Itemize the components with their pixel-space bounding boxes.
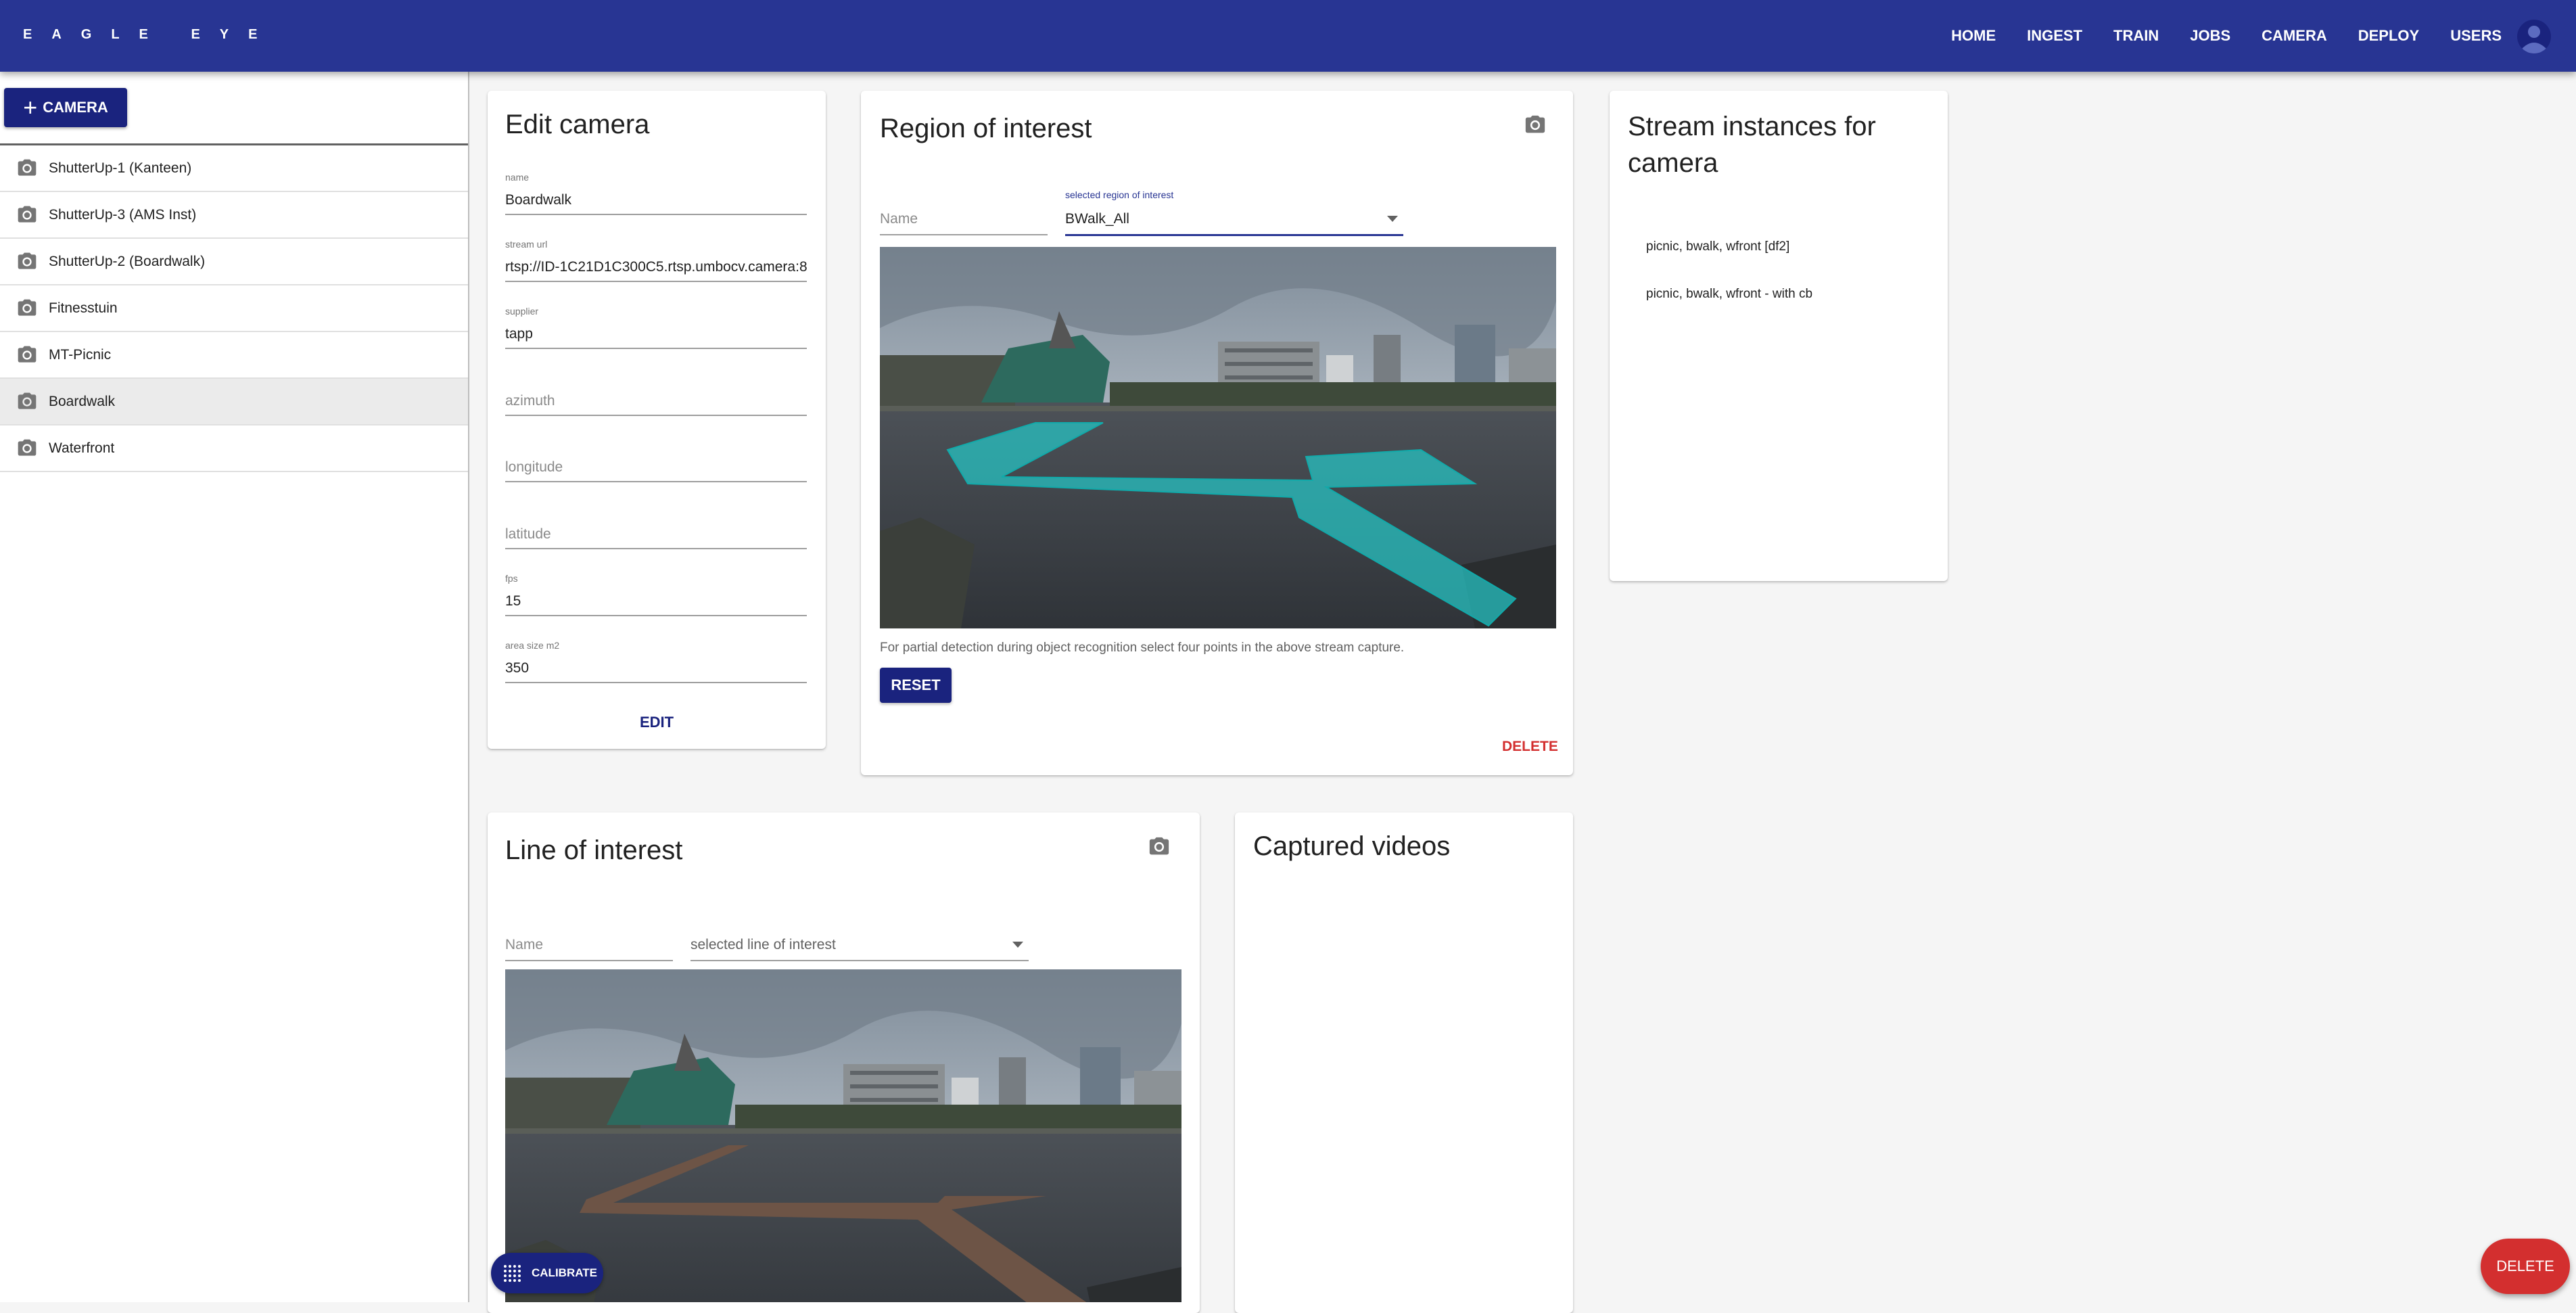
nav-train[interactable]: TRAIN [2113, 27, 2159, 45]
fps-label: fps [505, 573, 518, 584]
stream-url-value: rtsp://ID-1C21D1C300C5.rtsp.umbocv.camer… [505, 259, 807, 275]
calibrate-button[interactable]: CALIBRATE [491, 1253, 603, 1293]
nav-camera[interactable]: CAMERA [2262, 27, 2327, 45]
edit-camera-title: Edit camera [505, 110, 650, 139]
camera-icon [16, 391, 38, 413]
camera-icon [16, 158, 38, 179]
longitude-placeholder: longitude [505, 459, 563, 475]
nav-users[interactable]: USERS [2450, 27, 2502, 45]
add-camera-button[interactable]: + CAMERA [4, 88, 127, 127]
roi-delete-button[interactable]: DELETE [1502, 739, 1558, 755]
delete-camera-fab[interactable]: DELETE [2481, 1239, 2570, 1294]
loi-name-input[interactable]: Name [505, 937, 673, 964]
roi-select[interactable]: selected region of interest BWalk_All [1065, 189, 1403, 238]
camera-snapshot-icon[interactable] [1524, 114, 1547, 137]
loi-name-placeholder: Name [505, 937, 544, 952]
stream-instances-card: Stream instances for camera picnic, bwal… [1610, 91, 1948, 581]
latitude-placeholder: latitude [505, 526, 551, 542]
camera-list: ShutterUp-1 (Kanteen) ShutterUp-3 (AMS I… [0, 145, 468, 472]
camera-list-item[interactable]: MT-Picnic [0, 332, 468, 379]
stream-instance-item[interactable]: picnic, bwalk, wfront - with cb [1646, 287, 1812, 302]
name-label: name [505, 172, 530, 183]
reset-button[interactable]: RESET [880, 668, 952, 703]
grid-icon [504, 1265, 521, 1282]
loi-select[interactable]: selected line of interest [690, 937, 1029, 964]
area-size-value: 350 [505, 660, 530, 676]
nav-ingest[interactable]: INGEST [2027, 27, 2082, 45]
roi-select-value: BWalk_All [1065, 211, 1129, 227]
region-of-interest-card: Region of interest Name selected region … [861, 91, 1573, 775]
camera-icon [16, 251, 38, 273]
field-underline [505, 415, 807, 416]
supplier-value: tapp [505, 326, 533, 342]
camera-list-item-label: MT-Picnic [49, 346, 112, 363]
field-underline [505, 481, 807, 482]
field-underline [880, 234, 1048, 235]
camera-list-item-label: Fitnesstuin [49, 300, 118, 316]
fps-value: 15 [505, 593, 521, 609]
camera-icon [16, 344, 38, 366]
stream-instances-title: Stream instances for camera [1628, 112, 1876, 178]
edit-camera-card: Edit camera name Boardwalk stream url rt… [488, 91, 826, 749]
captured-videos-card: Captured videos [1235, 812, 1573, 1313]
captured-videos-title: Captured videos [1253, 831, 1451, 861]
field-underline [505, 682, 807, 683]
field-underline [505, 960, 673, 961]
camera-icon [16, 204, 38, 226]
camera-list-item-selected[interactable]: Boardwalk [0, 379, 468, 425]
loi-title: Line of interest [505, 835, 683, 865]
camera-list-item-label: ShutterUp-2 (Boardwalk) [49, 253, 206, 269]
field-underline [505, 548, 807, 549]
camera-list-item-label: ShutterUp-1 (Kanteen) [49, 160, 192, 176]
roi-help-text: For partial detection during object reco… [880, 641, 1405, 655]
camera-list-item-label: Waterfront [49, 440, 115, 456]
dropdown-arrow-icon [1012, 942, 1023, 948]
roi-title: Region of interest [880, 114, 1092, 143]
loi-stream-capture[interactable] [505, 969, 1181, 1302]
edit-button[interactable]: EDIT [640, 714, 674, 731]
nav-jobs[interactable]: JOBS [2190, 27, 2230, 45]
camera-list-item-label: ShutterUp-3 (AMS Inst) [49, 206, 197, 223]
supplier-label: supplier [505, 306, 539, 317]
nav-deploy[interactable]: DEPLOY [2358, 27, 2419, 45]
brand-logo[interactable]: EAGLE EYE [23, 27, 277, 43]
camera-list-item[interactable]: ShutterUp-1 (Kanteen) [0, 145, 468, 192]
field-underline [690, 960, 1029, 961]
roi-name-input[interactable]: Name [880, 211, 1048, 238]
field-underline [505, 615, 807, 616]
field-underline [1065, 234, 1403, 236]
camera-icon [16, 298, 38, 319]
line-of-interest-card: Line of interest Name selected line of i… [488, 812, 1200, 1313]
loi-select-placeholder: selected line of interest [690, 937, 836, 952]
account-circle-icon[interactable] [2517, 20, 2551, 53]
name-value: Boardwalk [505, 192, 572, 208]
camera-icon [16, 438, 38, 459]
camera-list-item[interactable]: ShutterUp-3 (AMS Inst) [0, 192, 468, 239]
camera-snapshot-icon[interactable] [1148, 835, 1171, 858]
add-camera-label: CAMERA [43, 99, 108, 116]
calibrate-label: CALIBRATE [532, 1266, 597, 1279]
roi-stream-capture[interactable] [880, 247, 1556, 628]
area-size-label: area size m2 [505, 640, 560, 651]
dropdown-arrow-icon [1387, 216, 1398, 222]
plus-icon: + [23, 93, 38, 121]
camera-sidebar: + CAMERA ShutterUp-1 (Kanteen) ShutterUp… [0, 72, 469, 1302]
camera-list-item[interactable]: Fitnesstuin [0, 285, 468, 332]
stream-instance-item[interactable]: picnic, bwalk, wfront [df2] [1646, 239, 1789, 254]
main-nav: HOME INGEST TRAIN JOBS CAMERA DEPLOY USE… [1920, 0, 2502, 72]
stream-url-label: stream url [505, 239, 548, 250]
azimuth-placeholder: azimuth [505, 393, 555, 409]
field-underline [505, 214, 807, 215]
roi-select-label: selected region of interest [1065, 189, 1174, 200]
field-underline [505, 348, 807, 349]
app-bar: EAGLE EYE HOME INGEST TRAIN JOBS CAMERA … [0, 0, 2576, 72]
nav-home[interactable]: HOME [1951, 27, 1996, 45]
roi-name-placeholder: Name [880, 211, 918, 227]
camera-list-item[interactable]: Waterfront [0, 425, 468, 472]
camera-list-item[interactable]: ShutterUp-2 (Boardwalk) [0, 239, 468, 285]
camera-list-item-label: Boardwalk [49, 393, 116, 409]
field-underline [505, 281, 807, 282]
